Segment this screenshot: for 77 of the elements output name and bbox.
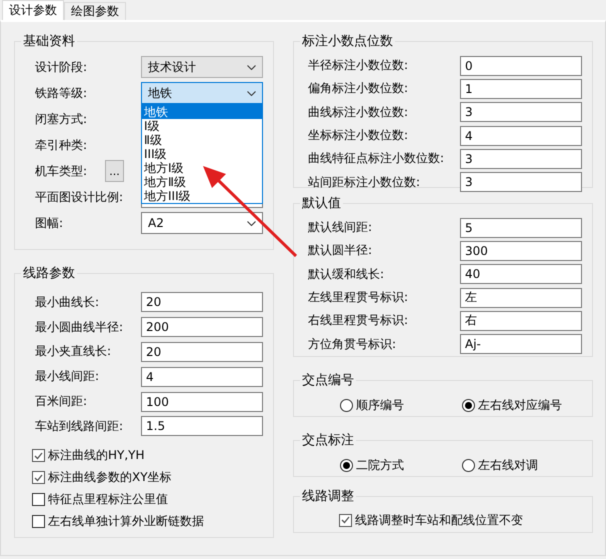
field-label: 默认圆半径: xyxy=(308,242,374,260)
field-label: 默认线间距: xyxy=(308,219,374,236)
field-label: 方位角贯号标识: xyxy=(308,336,398,353)
field-label: 坐标标注小数位数: xyxy=(308,127,410,144)
field-label: 最小线间距: xyxy=(35,368,100,386)
input-field[interactable]: 40 xyxy=(460,264,582,284)
field-label: 曲线特征点标注小数位数: xyxy=(308,150,446,168)
field-label: 右线里程贯号标识: xyxy=(308,312,410,330)
group-title: 交点编号 xyxy=(301,372,355,389)
group-title: 交点标注 xyxy=(301,432,355,449)
radio-label: 二院方式 xyxy=(356,457,404,474)
field-label: 平面图设计比例: xyxy=(35,188,124,206)
radio-button[interactable] xyxy=(462,399,475,412)
dropdown[interactable]: A2 xyxy=(141,212,263,234)
dropdown[interactable]: 技术设计 xyxy=(141,56,263,78)
checkbox-label: 标注曲线的HY,YH xyxy=(48,447,145,464)
group-title: 标注小数点位数 xyxy=(301,33,394,50)
checkbox[interactable] xyxy=(32,471,45,484)
radio-label: 左右线对应编号 xyxy=(478,397,562,414)
group-title: 线路参数 xyxy=(22,265,76,282)
checkbox-label: 标注曲线参数的XY坐标 xyxy=(48,469,172,486)
input-field[interactable]: 300 xyxy=(460,240,582,261)
checkbox[interactable] xyxy=(32,449,45,462)
field-label: 设计阶段: xyxy=(35,58,88,76)
input-field[interactable]: 4 xyxy=(141,366,263,387)
field-label: 站间距标注小数位数: xyxy=(308,174,422,191)
field-label: 百米间距: xyxy=(35,393,88,410)
group-title: 线路调整 xyxy=(301,488,355,505)
field-label: 车站到线路间距: xyxy=(35,418,124,435)
field-label: 机车类型: xyxy=(35,162,88,180)
field-label: 牵引种类: xyxy=(35,136,88,154)
field-label: 闭塞方式: xyxy=(35,110,88,128)
input-field[interactable]: 1 xyxy=(460,78,582,99)
input-field[interactable]: 20 xyxy=(141,292,263,312)
checkbox-label: 特征点里程标注公里值 xyxy=(48,491,168,508)
field-label: 铁路等级: xyxy=(35,84,88,102)
radio-label: 左右线对调 xyxy=(478,457,538,474)
input-field[interactable]: 200 xyxy=(141,317,263,338)
input-field[interactable]: 20 xyxy=(141,342,263,362)
field-label: 图幅: xyxy=(35,214,64,232)
chevron-down-icon xyxy=(247,220,256,226)
field-label: 曲线标注小数位数: xyxy=(308,104,410,121)
tab[interactable]: 绘图参数 xyxy=(64,2,126,20)
radio-button[interactable] xyxy=(340,459,353,472)
checkbox-label: 左右线单独计算外业断链数据 xyxy=(48,513,204,530)
input-field[interactable]: 3 xyxy=(460,102,582,122)
input-field[interactable]: 0 xyxy=(460,56,582,76)
input-field[interactable]: 1.5 xyxy=(141,416,263,436)
tab[interactable]: 设计参数 xyxy=(2,0,64,20)
input-field[interactable]: 3 xyxy=(460,148,582,169)
dropdown-option[interactable]: 地铁 xyxy=(142,105,262,119)
input-field[interactable]: 右 xyxy=(460,310,582,331)
input-field[interactable]: Aj- xyxy=(460,334,582,354)
group-title: 默认值 xyxy=(301,195,342,212)
field-label: 最小圆曲线半径: xyxy=(35,318,124,336)
field-label: 最小夹直线长: xyxy=(35,343,112,360)
input-field[interactable]: 3 xyxy=(460,172,582,192)
group-title: 基础资料 xyxy=(22,33,76,50)
checkbox[interactable] xyxy=(32,515,45,528)
chevron-down-icon xyxy=(247,90,256,96)
field-label: 最小曲线长: xyxy=(35,294,100,311)
input-field[interactable]: 5 xyxy=(460,218,582,238)
field-label: 默认缓和线长: xyxy=(308,266,386,283)
radio-button[interactable] xyxy=(340,399,353,412)
checkbox[interactable] xyxy=(32,493,45,506)
checkbox-label: 线路调整时车站和配线位置不变 xyxy=(355,512,523,528)
input-field[interactable]: 100 xyxy=(141,392,263,412)
field-label: 左线里程贯号标识: xyxy=(308,289,410,306)
field-label: 偏角标注小数位数: xyxy=(308,80,410,98)
checkbox[interactable] xyxy=(339,514,352,526)
input-field[interactable]: 左 xyxy=(460,288,582,308)
radio-label: 顺序编号 xyxy=(356,397,404,414)
radio-button[interactable] xyxy=(462,459,475,472)
input-field[interactable]: 4 xyxy=(460,126,582,146)
field-label: 半径标注小数位数: xyxy=(308,57,410,74)
browse-button[interactable]: ... xyxy=(105,160,124,182)
chevron-down-icon xyxy=(247,64,256,70)
